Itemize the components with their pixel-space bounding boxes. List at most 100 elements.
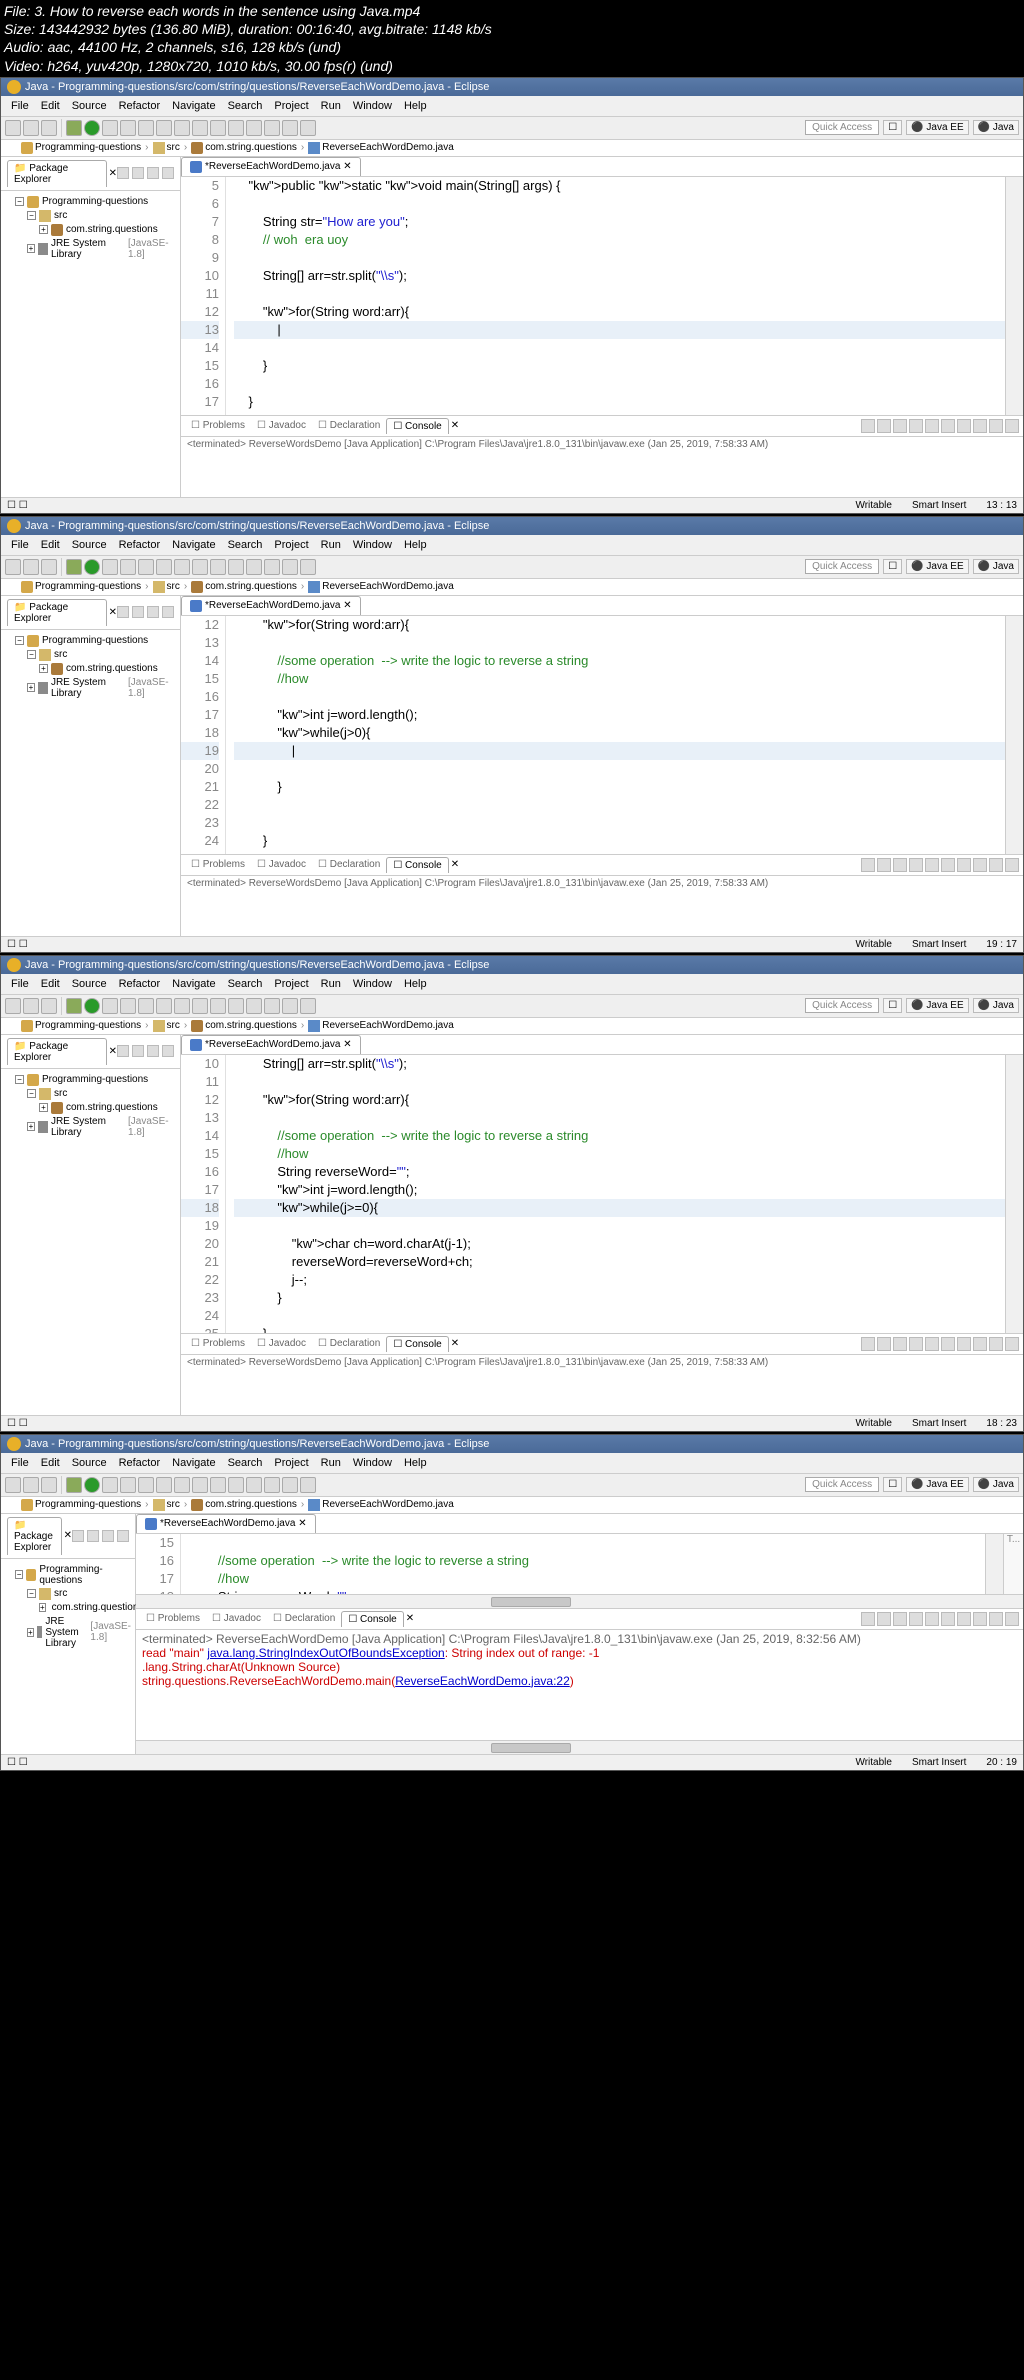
code-editor[interactable]: 1516171819202122232425262728 //some oper… (136, 1534, 1023, 1594)
console-toolbar-icon[interactable] (1005, 1612, 1019, 1626)
menu-edit[interactable]: Edit (35, 98, 66, 114)
toolbar-button[interactable] (192, 1477, 208, 1493)
menu-search[interactable]: Search (222, 537, 269, 553)
console-toolbar-icon[interactable] (877, 419, 891, 433)
code-editor[interactable]: 121314151617181920212223242526 "kw">for(… (181, 616, 1023, 854)
crumb-file[interactable]: ReverseEachWordDemo.java (308, 142, 454, 154)
bottom-tab-console[interactable]: ☐ Console (386, 418, 448, 434)
toolbar-button[interactable] (174, 1477, 190, 1493)
toolbar-button[interactable] (210, 559, 226, 575)
menu-refactor[interactable]: Refactor (113, 976, 167, 992)
package-explorer-tab[interactable]: 📁 Package Explorer (7, 1038, 107, 1065)
toolbar-button[interactable] (23, 998, 39, 1014)
run-icon[interactable] (84, 559, 100, 575)
window-title-bar[interactable]: Java - Programming-questions/src/com/str… (1, 517, 1023, 535)
nav-icon[interactable] (5, 581, 17, 593)
menu-navigate[interactable]: Navigate (166, 98, 221, 114)
console-toolbar-icon[interactable] (957, 1612, 971, 1626)
menu-project[interactable]: Project (268, 98, 314, 114)
perspective-java[interactable]: ⚫ Java (973, 120, 1019, 135)
nav-icon[interactable] (5, 1499, 17, 1511)
crumb-project[interactable]: Programming-questions (21, 1499, 141, 1511)
toolbar-button[interactable] (264, 559, 280, 575)
panel-toolbar-icon[interactable] (117, 1530, 129, 1542)
crumb-pkg[interactable]: com.string.questions (191, 1499, 297, 1511)
console-toolbar-icon[interactable] (893, 1612, 907, 1626)
toolbar-button[interactable] (246, 998, 262, 1014)
perspective-java-ee[interactable]: ⚫ Java EE (906, 120, 968, 135)
console-toolbar-icon[interactable] (877, 1612, 891, 1626)
perspective-open[interactable]: ☐ (883, 998, 902, 1013)
toolbar-button[interactable] (264, 120, 280, 136)
bottom-tab-declaration[interactable]: ☐ Declaration (312, 418, 386, 433)
toolbar-button[interactable] (228, 120, 244, 136)
editor-tab[interactable]: *ReverseEachWordDemo.java ✕ (136, 1514, 316, 1533)
debug-icon[interactable] (66, 559, 82, 575)
toolbar-button[interactable] (228, 559, 244, 575)
quick-access-input[interactable]: Quick Access (805, 120, 879, 135)
toolbar-button[interactable] (282, 559, 298, 575)
toolbar-button[interactable] (174, 559, 190, 575)
run-icon[interactable] (84, 1477, 100, 1493)
menu-file[interactable]: File (5, 537, 35, 553)
bottom-tab-javadoc[interactable]: ☐ Javadoc (251, 1336, 312, 1351)
bottom-tab-javadoc[interactable]: ☐ Javadoc (251, 857, 312, 872)
debug-icon[interactable] (66, 1477, 82, 1493)
toolbar-button[interactable] (174, 120, 190, 136)
menu-navigate[interactable]: Navigate (166, 1455, 221, 1471)
crumb-project[interactable]: Programming-questions (21, 1020, 141, 1032)
toolbar-button[interactable] (300, 559, 316, 575)
package-explorer-tab[interactable]: 📁 Package Explorer (7, 1517, 62, 1555)
toolbar-button[interactable] (156, 559, 172, 575)
console-toolbar-icon[interactable] (941, 858, 955, 872)
menu-source[interactable]: Source (66, 98, 113, 114)
panel-toolbar-icon[interactable] (147, 1045, 159, 1057)
toolbar-button[interactable] (174, 998, 190, 1014)
toolbar-button[interactable] (102, 120, 118, 136)
menu-project[interactable]: Project (268, 537, 314, 553)
console-toolbar-icon[interactable] (957, 419, 971, 433)
toolbar-button[interactable] (264, 1477, 280, 1493)
menu-refactor[interactable]: Refactor (113, 537, 167, 553)
console-toolbar-icon[interactable] (973, 858, 987, 872)
toolbar-button[interactable] (23, 559, 39, 575)
perspective-java[interactable]: ⚫ Java (973, 559, 1019, 574)
debug-icon[interactable] (66, 998, 82, 1014)
tree-package[interactable]: +com.string.questions (5, 662, 176, 676)
window-title-bar[interactable]: Java - Programming-questions/src/com/str… (1, 78, 1023, 96)
toolbar-button[interactable] (282, 998, 298, 1014)
panel-toolbar-icon[interactable] (117, 167, 129, 179)
bottom-tab-problems[interactable]: ☐ Problems (185, 1336, 251, 1351)
code-editor[interactable]: 10111213141516171819202122232425262728 S… (181, 1055, 1023, 1333)
window-title-bar[interactable]: Java - Programming-questions/src/com/str… (1, 956, 1023, 974)
toolbar-button[interactable] (156, 120, 172, 136)
tree-library[interactable]: +JRE System Library [JavaSE-1.8] (5, 237, 176, 261)
toolbar-button[interactable] (282, 1477, 298, 1493)
console-toolbar-icon[interactable] (861, 858, 875, 872)
console-toolbar-icon[interactable] (941, 1612, 955, 1626)
menu-refactor[interactable]: Refactor (113, 1455, 167, 1471)
panel-toolbar-icon[interactable] (132, 606, 144, 618)
console-toolbar-icon[interactable] (909, 1612, 923, 1626)
panel-toolbar-icon[interactable] (117, 1045, 129, 1057)
menu-project[interactable]: Project (268, 976, 314, 992)
menu-file[interactable]: File (5, 976, 35, 992)
console-toolbar-icon[interactable] (877, 1337, 891, 1351)
console-toolbar-icon[interactable] (877, 858, 891, 872)
menu-help[interactable]: Help (398, 976, 433, 992)
console-toolbar-icon[interactable] (925, 1612, 939, 1626)
menu-source[interactable]: Source (66, 976, 113, 992)
menu-search[interactable]: Search (222, 976, 269, 992)
crumb-src[interactable]: src (153, 142, 180, 154)
overview-ruler[interactable] (1005, 616, 1023, 854)
tree-package[interactable]: +com.string.questions (5, 1601, 131, 1615)
code-content[interactable]: "kw">public "kw">static "kw">void main(S… (226, 177, 1005, 415)
toolbar-button[interactable] (102, 1477, 118, 1493)
panel-toolbar-icon[interactable] (147, 167, 159, 179)
quick-access-input[interactable]: Quick Access (805, 998, 879, 1013)
overview-ruler[interactable] (1005, 1055, 1023, 1333)
tree-project[interactable]: −Programming-questions (5, 1563, 131, 1587)
console-output[interactable]: <terminated> ReverseWordsDemo [Java Appl… (181, 437, 1023, 497)
panel-toolbar-icon[interactable] (117, 606, 129, 618)
console-toolbar-icon[interactable] (989, 858, 1003, 872)
